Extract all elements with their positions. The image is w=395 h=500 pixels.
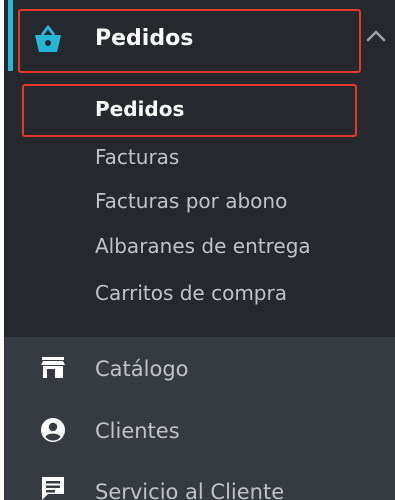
submenu-item-albaranes-de-entrega[interactable]: Albaranes de entrega <box>95 229 311 263</box>
menu-item-label: Catálogo <box>95 357 189 381</box>
menu-item-catalogo[interactable]: Catálogo <box>4 345 395 395</box>
screenshot-frame: Pedidos Pedidos Facturas Facturas por ab… <box>0 0 395 500</box>
submenu-item-facturas[interactable]: Facturas <box>95 140 179 174</box>
submenu-item-carritos-de-compra[interactable]: Carritos de compra <box>95 276 287 310</box>
menu-item-label: Pedidos <box>95 26 194 51</box>
basket-icon <box>35 25 61 52</box>
submenu-item-facturas-por-abono[interactable]: Facturas por abono <box>95 184 287 218</box>
menu-item-clientes[interactable]: Clientes <box>4 406 395 456</box>
account-circle-icon <box>41 418 65 442</box>
chat-message-icon <box>42 477 64 500</box>
menu-item-servicio-al-cliente[interactable]: Servicio al Cliente <box>4 465 395 500</box>
menu-item-label: Servicio al Cliente <box>95 480 285 500</box>
submenu-item-pedidos[interactable]: Pedidos <box>95 92 184 126</box>
chevron-up-icon[interactable] <box>365 27 387 43</box>
menu-item-pedidos[interactable]: Pedidos <box>4 0 395 76</box>
menu-item-label: Clientes <box>95 419 180 443</box>
sidebar-nav: Pedidos Pedidos Facturas Facturas por ab… <box>4 0 395 500</box>
store-icon <box>41 357 65 378</box>
